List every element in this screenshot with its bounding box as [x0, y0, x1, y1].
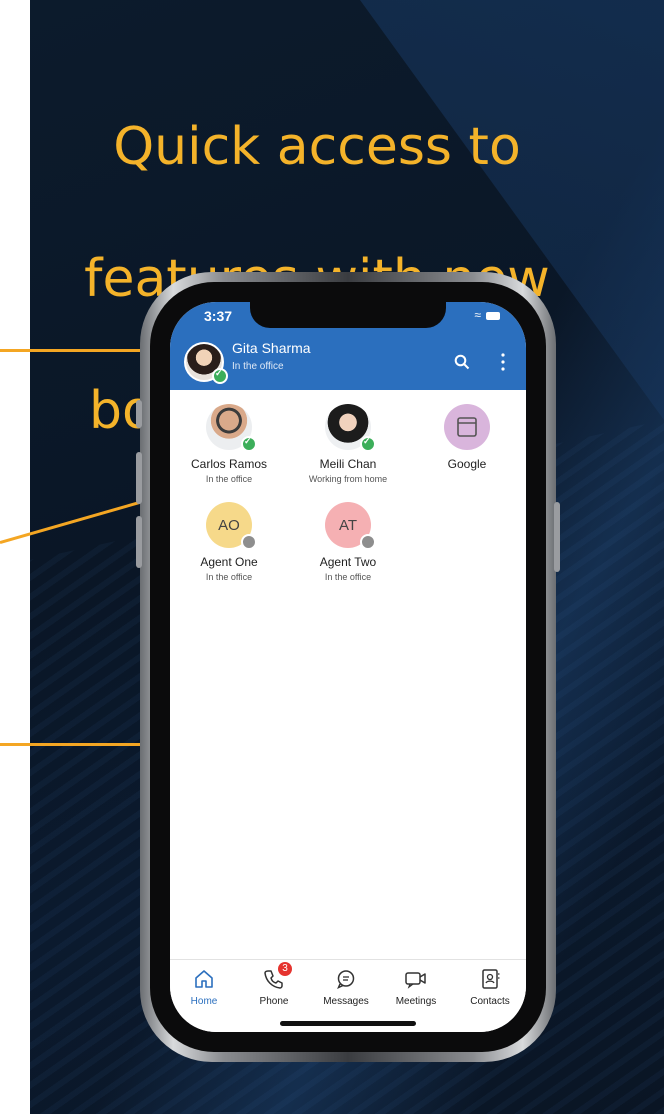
tab-label: Meetings	[395, 996, 437, 1007]
avatar: AT	[325, 502, 376, 550]
tab-label: Messages	[323, 996, 369, 1007]
message-icon	[337, 970, 355, 989]
contact-status: In the office	[324, 572, 372, 582]
avatar	[444, 404, 490, 450]
contact-name: Meili Chan	[319, 457, 377, 471]
user-avatar[interactable]	[184, 342, 228, 384]
status-time: 3:37	[204, 308, 233, 324]
callout-arrow-header	[0, 343, 166, 357]
phone-side-button	[554, 502, 560, 572]
more-vertical-icon[interactable]	[500, 352, 506, 372]
app-tile-google[interactable]: Google	[412, 404, 522, 471]
contact-name: Google	[447, 457, 487, 471]
presence-available-icon	[212, 368, 228, 384]
contact-status: In the office	[205, 474, 253, 484]
tab-messages[interactable]: Messages	[314, 968, 378, 1007]
contact-tile[interactable]: AT Agent Two In the office	[293, 502, 403, 582]
status-icons: ≈	[474, 308, 500, 322]
missed-calls-badge: 3	[278, 962, 292, 976]
avatar	[206, 404, 257, 452]
avatar: AO	[206, 502, 257, 550]
presence-offline-icon	[360, 534, 376, 550]
tab-meetings[interactable]: Meetings	[384, 968, 448, 1007]
presence-offline-icon	[241, 534, 257, 550]
home-icon	[195, 970, 213, 988]
contact-status: In the office	[205, 572, 253, 582]
tab-label: Phone	[259, 996, 289, 1007]
phone-frame: 3:37 ≈ Gita Sharma In the office Carlos …	[136, 272, 560, 1062]
phone-side-button	[136, 516, 142, 568]
app-window-icon	[457, 417, 477, 437]
tab-label: Contacts	[470, 996, 510, 1007]
phone-side-button	[136, 400, 142, 428]
headline-line: Quick access to	[113, 117, 521, 177]
tab-label: Home	[190, 996, 218, 1007]
home-indicator	[280, 1021, 416, 1026]
contact-name: Carlos Ramos	[190, 457, 268, 471]
tab-phone[interactable]: 3 Phone	[242, 962, 306, 1007]
bottom-menu-bar: Home 3 Phone Messages Meetings Contacts	[170, 959, 526, 1032]
avatar-initials: AT	[338, 516, 358, 534]
user-name[interactable]: Gita Sharma	[232, 340, 311, 356]
avatar-initials: AO	[218, 516, 240, 534]
contact-tile[interactable]: Meili Chan Working from home	[293, 404, 403, 484]
app-screen: 3:37 ≈ Gita Sharma In the office Carlos …	[170, 302, 526, 1032]
tab-contacts[interactable]: Contacts	[458, 968, 522, 1007]
contact-name: Agent One	[200, 555, 258, 569]
contact-tile[interactable]: Carlos Ramos In the office	[174, 404, 284, 484]
contacts-book-icon	[482, 969, 500, 989]
phone-notch	[250, 302, 446, 328]
phone-side-button	[136, 452, 142, 504]
contact-status: Working from home	[308, 474, 388, 484]
presence-available-icon	[241, 436, 257, 452]
video-icon	[405, 972, 426, 989]
avatar	[325, 404, 376, 452]
search-icon[interactable]	[454, 354, 470, 370]
battery-icon	[486, 311, 500, 320]
wifi-icon: ≈	[474, 308, 481, 322]
presence-available-icon	[360, 436, 376, 452]
contact-name: Agent Two	[319, 555, 377, 569]
tab-home[interactable]: Home	[172, 968, 236, 1007]
user-status[interactable]: In the office	[232, 361, 284, 372]
contact-tile[interactable]: AO Agent One In the office	[174, 502, 284, 582]
